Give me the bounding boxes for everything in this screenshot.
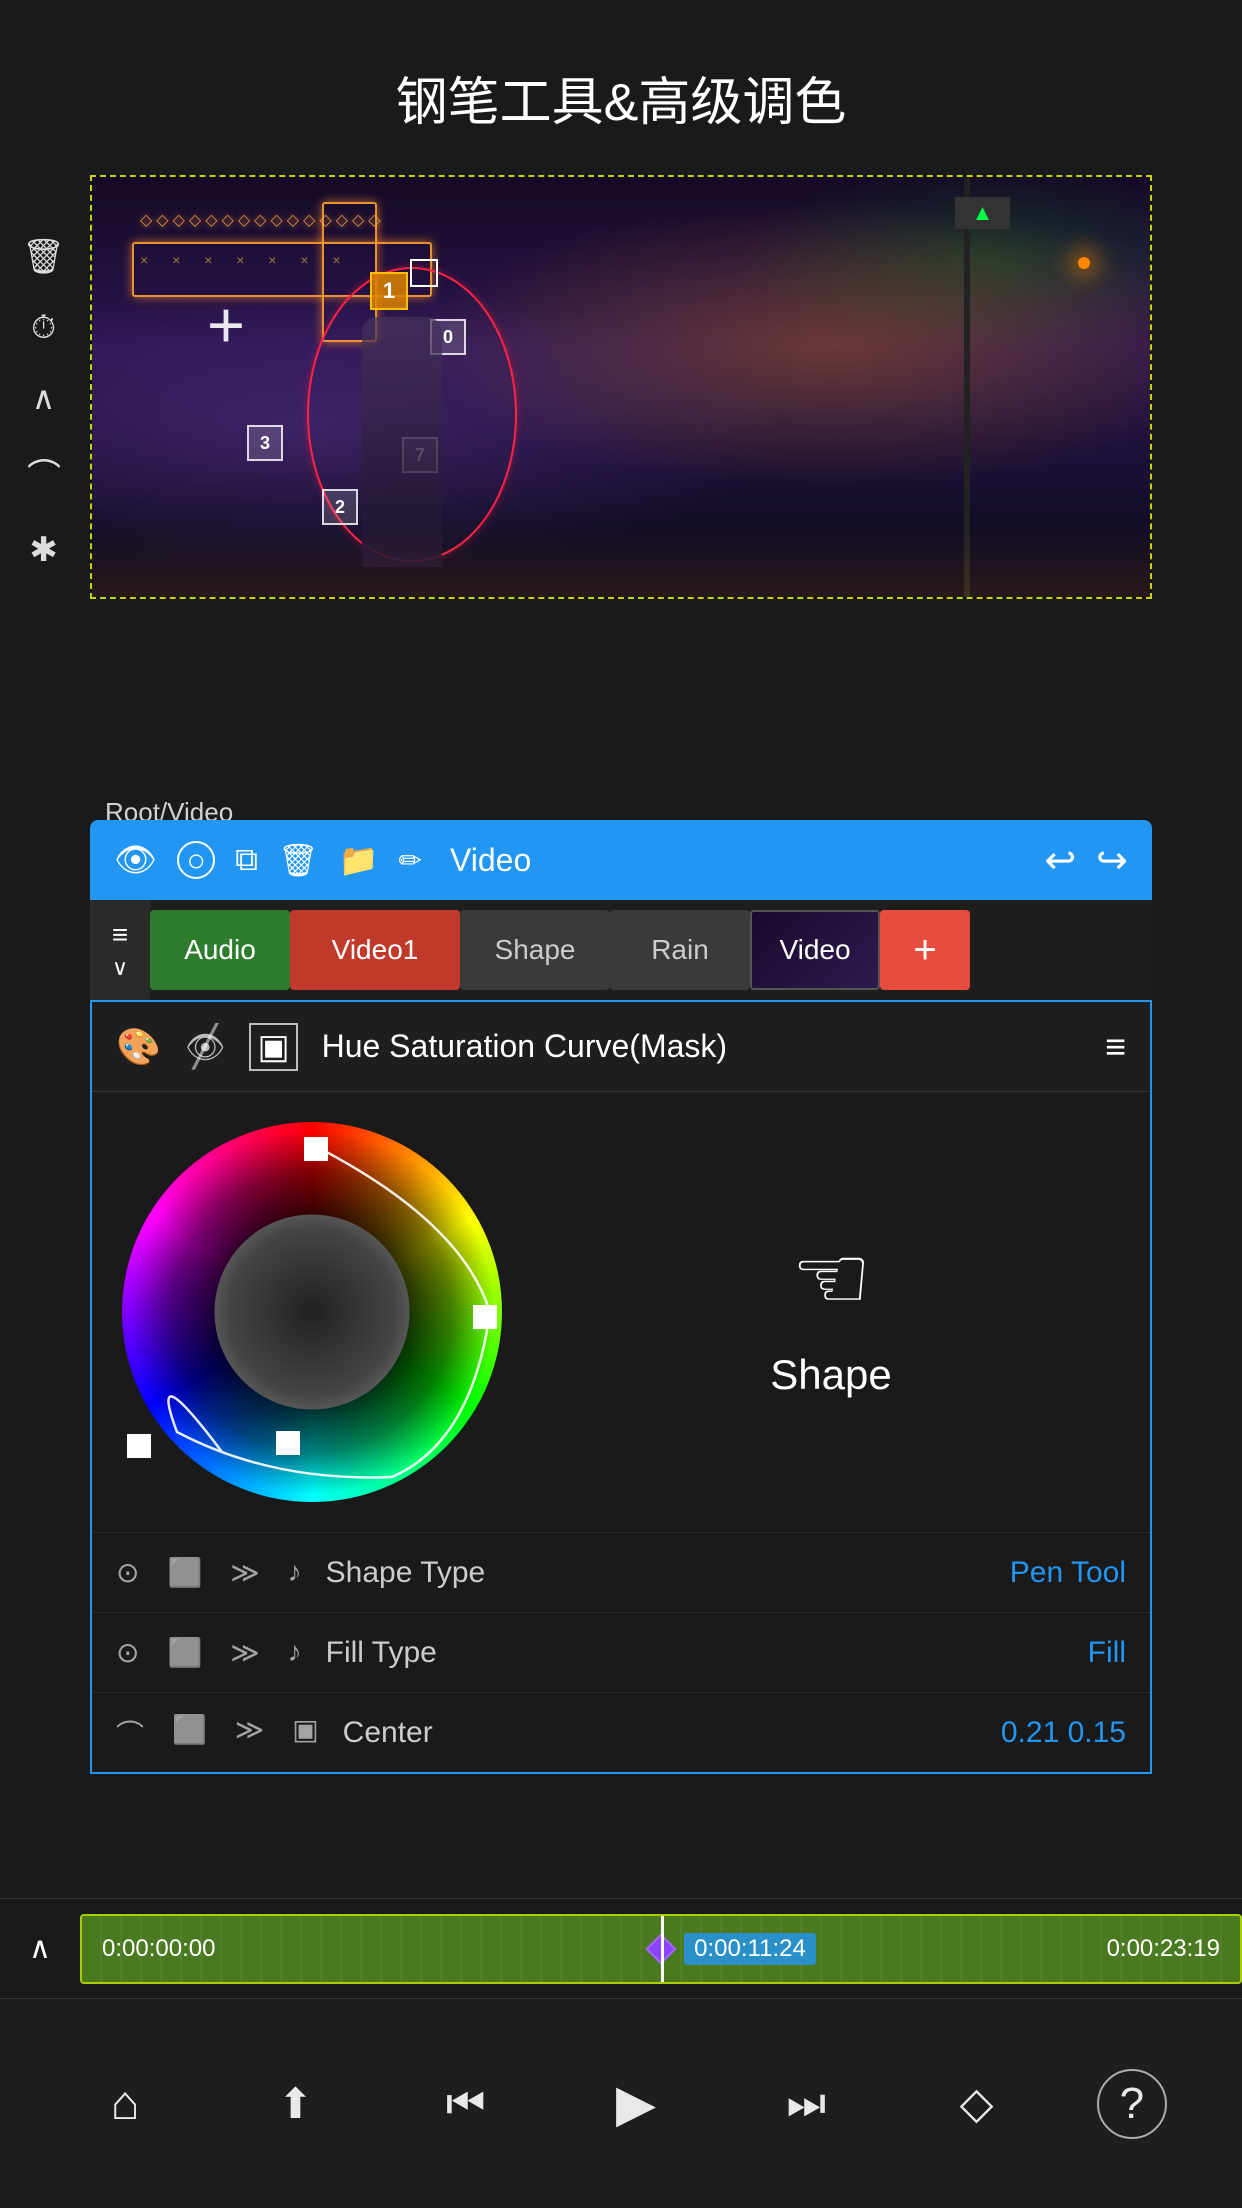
prop-center-label: Center xyxy=(343,1716,1001,1750)
shape-label: Shape xyxy=(770,1351,891,1399)
cursor-hand-icon: ☞ xyxy=(791,1226,872,1331)
prop-fill-type-label: Fill Type xyxy=(326,1636,1088,1670)
prop-icon-12[interactable]: ▣ xyxy=(292,1713,318,1753)
prop-icon-10[interactable]: ⬜ xyxy=(172,1713,207,1753)
timeline-current-time: 0:00:11:24 xyxy=(684,1933,816,1965)
prop-icon-3[interactable]: ≫ xyxy=(230,1556,259,1589)
add-track-button[interactable]: + xyxy=(880,910,970,990)
prop-icon-6[interactable]: ⬜ xyxy=(167,1636,202,1669)
page-title: 钢笔工具&高级调色 xyxy=(0,0,1242,175)
visibility-toggle[interactable]: 👁 ╱ xyxy=(185,1028,226,1066)
eye-icon[interactable]: 👁 xyxy=(114,840,157,880)
traffic-light: ▲ xyxy=(955,197,1010,229)
prop-icon-11[interactable]: ≫ xyxy=(235,1713,264,1753)
mask-icon[interactable]: ▣ xyxy=(249,1023,297,1071)
prop-fill-type-value[interactable]: Fill xyxy=(1088,1636,1126,1670)
color-wheel-area: ☞ Shape xyxy=(92,1092,1150,1532)
wheel-point-left[interactable] xyxy=(127,1434,151,1458)
prop-shape-type-value[interactable]: Pen Tool xyxy=(1010,1556,1126,1590)
rewind-button[interactable]: ⏮ xyxy=(416,2054,516,2154)
pen-icon[interactable]: ✱ xyxy=(29,530,58,570)
track-rain[interactable]: Rain xyxy=(610,910,750,990)
prop-icons-shape-type: ⊙ ⬜ ≫ ♪ xyxy=(116,1556,302,1589)
circle-tool-icon[interactable]: ○ xyxy=(177,841,215,879)
wheel-point-bottom[interactable] xyxy=(276,1431,300,1455)
track-audio[interactable]: Audio xyxy=(150,910,290,990)
effect-title: Hue Saturation Curve(Mask) xyxy=(322,1028,1081,1065)
wheel-curve-svg xyxy=(122,1122,502,1502)
prop-row-fill-type: ⊙ ⬜ ≫ ♪ Fill Type Fill xyxy=(92,1612,1150,1692)
trash-icon[interactable]: 🗑 xyxy=(278,841,319,879)
prop-center-value[interactable]: 0.21 0.15 xyxy=(1001,1716,1126,1750)
prop-icon-2[interactable]: ⬜ xyxy=(167,1556,202,1589)
curve-icon[interactable]: ⌒ xyxy=(27,449,61,498)
video-preview-container: 🗑 ⏱ ∧ ⌒ ✱ ◇◇◇◇◇◇◇◇◇◇◇◇◇◇◇ × × × × × × × … xyxy=(90,175,1152,599)
shape-info-area: ☞ Shape xyxy=(542,1226,1120,1399)
prop-icon-9[interactable]: ⌒ xyxy=(116,1713,144,1753)
control-point-3[interactable]: 3 xyxy=(247,425,283,461)
wheel-point-top[interactable] xyxy=(304,1137,328,1161)
redo-button[interactable]: ↪ xyxy=(1096,838,1128,883)
forward-button[interactable]: ⏭ xyxy=(756,2054,856,2154)
track-video-selected[interactable]: Video xyxy=(750,910,880,990)
copy-icon[interactable]: ⧉ xyxy=(235,841,258,879)
track-shape[interactable]: Shape xyxy=(460,910,610,990)
track-area: ≡ ∨ Audio Video1 Shape Rain Video + xyxy=(90,900,1152,1000)
control-bar: 👁 ○ ⧉ 🗑 📁 ✏ Video ↩ ↪ xyxy=(90,820,1152,900)
video-preview: ◇◇◇◇◇◇◇◇◇◇◇◇◇◇◇ × × × × × × × + 1 0 3 7 … xyxy=(92,177,1150,597)
prop-icon-7[interactable]: ≫ xyxy=(230,1636,259,1669)
arrow-up-icon[interactable]: ∧ xyxy=(32,379,55,417)
undo-button[interactable]: ↩ xyxy=(1044,838,1076,883)
bottom-nav: ⌂ ⬆ ⏮ ▶ ⏭ ◇ ? xyxy=(0,1998,1242,2208)
timeline-cursor xyxy=(661,1914,664,1984)
timeline-collapse-button[interactable]: ∧ xyxy=(0,1931,80,1966)
timeline-start: 0:00:00:00 xyxy=(102,1935,215,1963)
control-point-1[interactable]: 1 xyxy=(370,272,408,310)
control-bar-label: Video xyxy=(450,842,1024,879)
prop-row-center: ⌒ ⬜ ≫ ▣ Center 0.21 0.15 xyxy=(92,1692,1150,1772)
timeline-track[interactable]: 0:00:00:00 0:00:11:24 0:00:23:19 xyxy=(80,1914,1242,1984)
wheel-point-right[interactable] xyxy=(473,1305,497,1329)
prop-icon-1[interactable]: ⊙ xyxy=(116,1556,139,1589)
color-wheel[interactable] xyxy=(122,1122,502,1502)
color-icon[interactable]: 🎨 xyxy=(116,1026,161,1068)
prop-icons-center: ⌒ ⬜ ≫ ▣ xyxy=(116,1713,319,1753)
prop-icons-fill-type: ⊙ ⬜ ≫ ♪ xyxy=(116,1636,302,1669)
effect-header: 🎨 👁 ╱ ▣ Hue Saturation Curve(Mask) ≡ xyxy=(92,1002,1150,1092)
prop-icon-8[interactable]: ♪ xyxy=(288,1636,302,1669)
timeline-bar: ∧ 0:00:00:00 0:00:11:24 0:00:23:19 xyxy=(0,1898,1242,1998)
control-point-2[interactable]: 2 xyxy=(322,489,358,525)
export-button[interactable]: ⬆ xyxy=(245,2054,345,2154)
prop-shape-type-label: Shape Type xyxy=(326,1556,1010,1590)
track-video1[interactable]: Video1 xyxy=(290,910,460,990)
track-menu[interactable]: ≡ ∨ xyxy=(90,900,150,1000)
timeline-end: 0:00:23:19 xyxy=(1107,1935,1220,1963)
effect-menu-button[interactable]: ≡ xyxy=(1105,1026,1126,1068)
prop-icon-5[interactable]: ⊙ xyxy=(116,1636,139,1669)
timer-icon[interactable]: ⏱ xyxy=(31,309,56,347)
folder-icon[interactable]: 📁 xyxy=(339,841,379,879)
delete-icon[interactable]: 🗑 xyxy=(22,237,65,277)
pen-tool-icon[interactable]: ✏ xyxy=(399,844,422,877)
prop-icon-4[interactable]: ♪ xyxy=(288,1556,302,1589)
home-button[interactable]: ⌂ xyxy=(75,2054,175,2154)
help-button[interactable]: ? xyxy=(1097,2069,1167,2139)
effects-button[interactable]: ◇ xyxy=(927,2054,1027,2154)
effect-panel: 🎨 👁 ╱ ▣ Hue Saturation Curve(Mask) ≡ xyxy=(90,1000,1152,1774)
control-point-circle[interactable] xyxy=(410,259,438,287)
prop-row-shape-type: ⊙ ⬜ ≫ ♪ Shape Type Pen Tool xyxy=(92,1532,1150,1612)
play-button[interactable]: ▶ xyxy=(586,2054,686,2154)
